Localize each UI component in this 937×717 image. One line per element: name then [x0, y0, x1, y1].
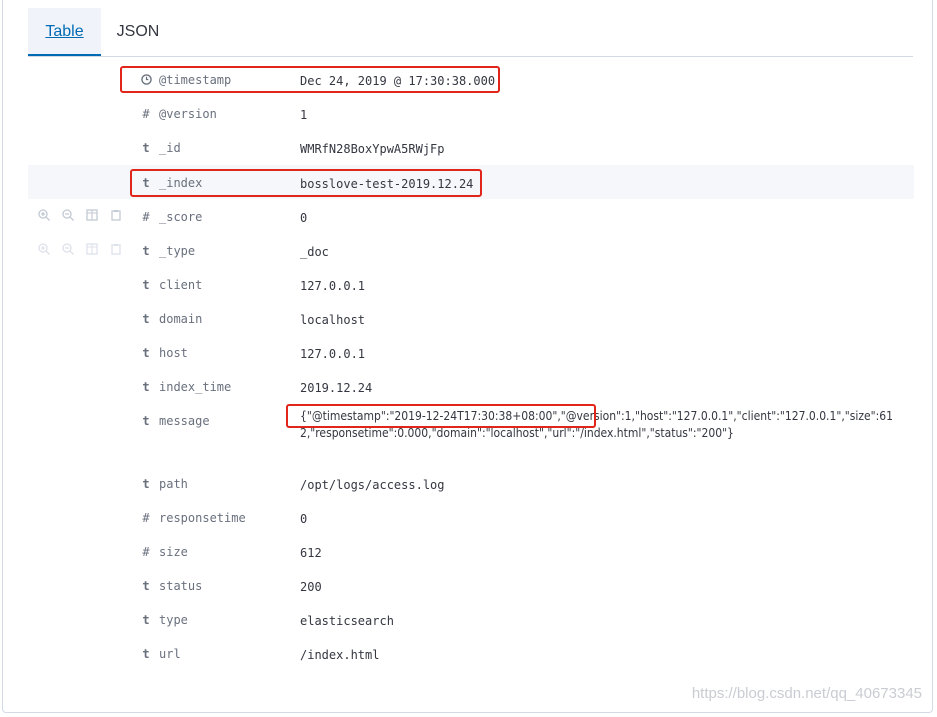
row-actions [37, 208, 127, 222]
string-type-icon: t [142, 244, 150, 258]
field-name: @version [159, 107, 217, 121]
string-type-icon: t [142, 176, 150, 190]
field-name: domain [159, 312, 203, 326]
number-type-icon: # [142, 210, 150, 224]
document-detail-panel: Table JSON @timestamp Dec 24, 2019 @ 17:… [2, 0, 933, 713]
zoom-in-icon[interactable] [37, 242, 51, 256]
field-value: _doc [300, 245, 329, 259]
field-name: status [159, 579, 203, 593]
number-type-icon: # [142, 545, 150, 559]
field-value: 200 [300, 580, 322, 594]
table-row: t _type _doc [28, 233, 914, 267]
table-row: t host 127.0.0.1 [28, 335, 914, 369]
field-value: /index.html [300, 648, 380, 662]
field-value: 1 [300, 108, 308, 122]
string-type-icon: t [142, 477, 150, 491]
watermark-text: https://blog.csdn.net/qq_40673345 [691, 685, 922, 702]
field-name: _type [159, 244, 196, 258]
table-row: t _id WMRfN28BoxYpwA5RWjFp [28, 130, 914, 164]
table-row: # _score 0 [28, 199, 914, 233]
field-name: message [159, 414, 210, 428]
toggle-column-icon[interactable] [85, 242, 99, 256]
field-value: elasticsearch [300, 614, 394, 628]
toggle-column-icon[interactable] [85, 208, 99, 222]
field-value: 2019.12.24 [300, 381, 373, 395]
string-type-icon: t [142, 414, 150, 428]
field-value: {"@timestamp":"2019-12-24T17:30:38+08:00… [300, 409, 893, 440]
field-value: localhost [300, 313, 366, 327]
table-row: t type elasticsearch [28, 602, 914, 636]
zoom-out-icon[interactable] [61, 208, 75, 222]
table-row: t status 200 [28, 568, 914, 602]
string-type-icon: t [142, 346, 150, 360]
string-type-icon: t [142, 278, 150, 292]
field-value: bosslove-test-2019.12.24 [300, 177, 474, 191]
zoom-in-icon[interactable] [37, 208, 51, 222]
string-type-icon: t [142, 613, 150, 627]
field-name: host [159, 346, 188, 360]
field-value: 0 [300, 211, 308, 225]
field-name: path [159, 477, 188, 491]
table-row: t client 127.0.0.1 [28, 267, 914, 301]
number-type-icon: # [142, 511, 150, 525]
field-value: 127.0.0.1 [300, 279, 366, 293]
field-name: size [159, 545, 188, 559]
tab-table[interactable]: Table [28, 8, 101, 56]
string-type-icon: t [142, 579, 150, 593]
table-row: t url /index.html [28, 636, 914, 670]
tab-json[interactable]: JSON [106, 8, 170, 55]
clock-icon [140, 73, 152, 88]
table-row: t message {"@timestamp":"2019-12-24T17:3… [28, 403, 914, 465]
string-type-icon: t [142, 380, 150, 394]
field-value: 127.0.0.1 [300, 347, 366, 361]
zoom-out-icon[interactable] [61, 242, 75, 256]
field-value: Dec 24, 2019 @ 17:30:38.000 [300, 74, 496, 88]
field-name: url [159, 647, 181, 661]
table-row: t index_time 2019.12.24 [28, 369, 914, 403]
field-name: _id [159, 141, 181, 155]
table-row: # responsetime 0 [28, 500, 914, 534]
field-name: _index [159, 176, 203, 190]
field-name: _score [159, 210, 203, 224]
string-type-icon: t [142, 312, 150, 326]
field-value: 612 [300, 546, 322, 560]
table-row: t _index bosslove-test-2019.12.24 [28, 165, 914, 199]
filter-exists-icon[interactable] [109, 242, 123, 256]
table-row: @timestamp Dec 24, 2019 @ 17:30:38.000 [28, 62, 914, 96]
table-row: # size 612 [28, 534, 914, 568]
table-row: # @version 1 [28, 96, 914, 130]
table-row: t domain localhost [28, 301, 914, 335]
row-actions [37, 242, 127, 256]
number-type-icon: # [142, 107, 150, 121]
doc-view-tabs: Table JSON [28, 8, 913, 57]
field-name: client [159, 278, 203, 292]
field-name: type [159, 613, 188, 627]
string-type-icon: t [142, 141, 150, 155]
table-row: t path /opt/logs/access.log [28, 466, 914, 500]
field-value: WMRfN28BoxYpwA5RWjFp [300, 142, 445, 156]
string-type-icon: t [142, 647, 150, 661]
field-value: /opt/logs/access.log [300, 478, 445, 492]
field-name: index_time [159, 380, 232, 394]
field-name: responsetime [159, 511, 246, 525]
filter-exists-icon[interactable] [109, 208, 123, 222]
field-value: 0 [300, 512, 308, 526]
field-name: @timestamp [159, 73, 232, 87]
